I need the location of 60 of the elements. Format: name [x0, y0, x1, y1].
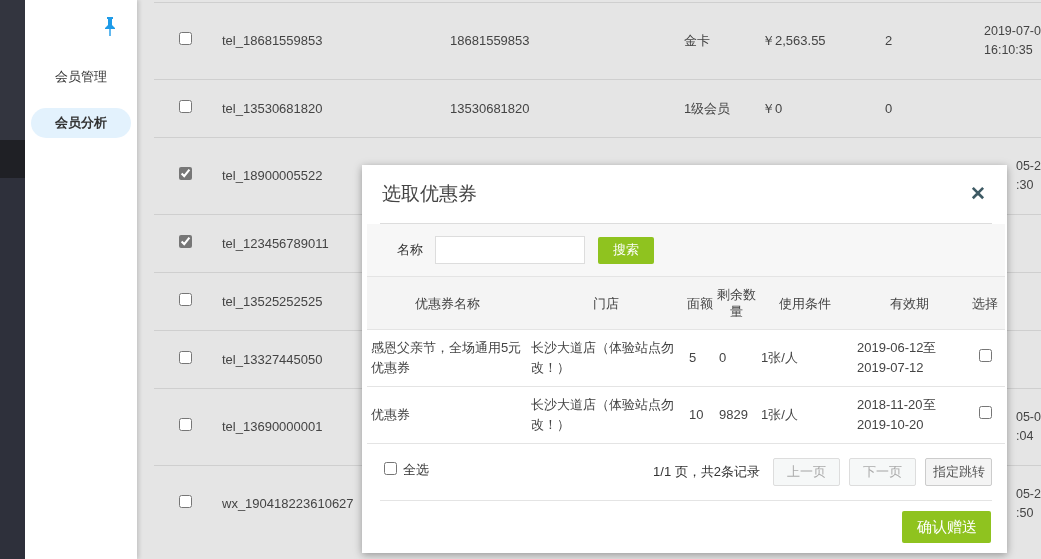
pager-info: 1/1 页，共2条记录 [653, 463, 760, 482]
column-header: 使用条件 [757, 276, 853, 330]
row-checkbox[interactable] [179, 292, 192, 306]
table-cell: 优惠券 [367, 386, 527, 444]
select-all-checkbox[interactable] [384, 462, 397, 475]
table-cell: 2 [885, 33, 893, 49]
table-cell: tel_13525252525 [222, 293, 323, 309]
column-header: 面额 [685, 276, 715, 330]
sidebar-item[interactable]: 会员分析 [31, 108, 131, 139]
table-cell: tel_13690000001 [222, 419, 323, 435]
row-checkbox[interactable] [978, 349, 992, 362]
row-checkbox[interactable] [179, 350, 192, 364]
table-cell-text: 05-2 :30 [1015, 158, 1041, 194]
table-cell: 金卡 [684, 33, 710, 49]
table-cell: 1张/人 [757, 329, 853, 387]
table-cell-text: 2019-07-0 16:10:35 [984, 23, 1041, 59]
table-cell: 5 [685, 329, 715, 387]
row-checkbox[interactable] [978, 406, 992, 419]
table-cell: 9829 [715, 386, 757, 444]
table-cell-text: 05-0 :04 [1015, 409, 1041, 445]
row-checkbox[interactable] [179, 32, 192, 46]
close-button[interactable]: ✕ [964, 179, 992, 209]
table-cell: tel_18900005522 [222, 168, 323, 184]
column-header: 门店 [527, 276, 685, 330]
table-cell: ￥2,563.55 [762, 33, 826, 49]
table-cell: wx_190418223610627 [222, 496, 354, 512]
row-checkbox[interactable] [179, 418, 192, 432]
search-field[interactable] [435, 236, 585, 264]
row-checkbox[interactable] [179, 99, 192, 113]
table-cell: 0 [715, 329, 757, 387]
column-header: 剩余数量 [715, 276, 757, 330]
row-checkbox[interactable] [179, 234, 192, 248]
table-cell: 2018-11-20至2019-10-20 [853, 386, 965, 444]
checkbox-label: 全选 [403, 461, 429, 479]
table-cell: tel_123456789011 [222, 235, 329, 251]
table-cell: 10 [685, 386, 715, 444]
table-cell: tel_18681559853 [222, 33, 323, 49]
table-cell: 13530681820 [450, 100, 530, 116]
pin-icon[interactable] [105, 16, 115, 37]
table-cell-text: 05-2 :50 [1015, 486, 1041, 522]
row-checkbox[interactable] [179, 167, 192, 181]
sidebar-item[interactable]: 会员管理 [31, 62, 131, 93]
column-header: 优惠券名称 [367, 276, 527, 330]
table-cell: 长沙大道店（体验站点勿改！） [527, 329, 685, 387]
table-cell: 感恩父亲节，全场通用5元优惠券 [367, 329, 527, 387]
column-header: 有效期 [853, 276, 965, 330]
row-checkbox[interactable] [179, 495, 192, 509]
table-cell: 1张/人 [757, 386, 853, 444]
column-header: 选择 [965, 276, 1005, 330]
dialog-title: 选取优惠券 [382, 181, 477, 206]
table-cell: tel_13530681820 [222, 100, 323, 116]
table-cell: tel_13327445050 [222, 351, 323, 367]
table-cell: 0 [885, 100, 893, 116]
table-cell: 18681559853 [450, 33, 530, 49]
table-cell: ￥0 [762, 100, 783, 116]
field-label: 名称 [397, 241, 423, 260]
page-button[interactable]: 指定跳转 [925, 458, 992, 486]
table-cell: 2019-06-12至2019-07-12 [853, 329, 965, 387]
table-cell: 长沙大道店（体验站点勿改！） [527, 386, 685, 444]
table-cell: 1级会员 [684, 100, 731, 116]
